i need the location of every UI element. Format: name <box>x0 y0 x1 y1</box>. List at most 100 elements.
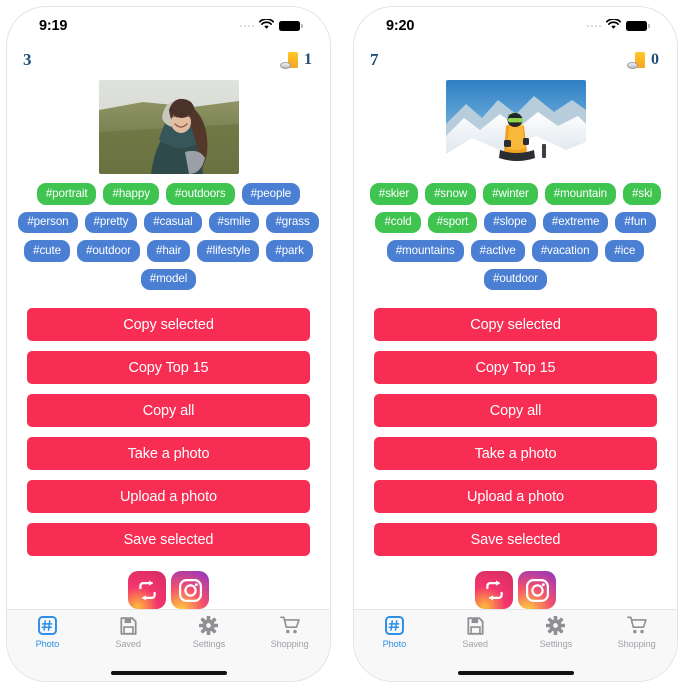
bottom-tab-bar: Photo Saved Settings Shopping <box>7 609 330 665</box>
home-indicator[interactable] <box>457 671 574 675</box>
hashtag-chip[interactable]: #active <box>470 240 525 262</box>
coin-balance[interactable]: 1 <box>280 51 312 69</box>
signal-dots-icon <box>586 24 601 28</box>
hashtag-chip[interactable]: #slope <box>484 211 536 234</box>
hashtag-chip[interactable]: #portrait <box>36 183 97 205</box>
hashtag-icon-svg <box>384 616 404 635</box>
repost-glyph-svg <box>485 580 503 600</box>
tab-shopping[interactable]: Shopping <box>596 615 677 649</box>
hashtag-chip[interactable]: #extreme <box>542 211 609 234</box>
social-share-row <box>354 556 677 609</box>
header-row: 3 1 <box>7 41 330 79</box>
wifi-icon <box>258 17 275 35</box>
action-button[interactable]: Take a photo <box>27 437 310 471</box>
tab-photo[interactable]: Photo <box>354 615 435 649</box>
hashtag-chip[interactable]: #park <box>266 240 313 262</box>
hashtag-chip[interactable]: #hair <box>146 240 191 262</box>
floppy-disk-icon <box>467 615 484 636</box>
status-bar: 9:19 <box>7 7 330 41</box>
hashtag-chip[interactable]: #ice <box>605 240 645 262</box>
wifi-icon-svg <box>605 18 622 29</box>
hashtag-chip[interactable]: #casual <box>144 211 202 234</box>
tab-settings[interactable]: Settings <box>169 615 250 649</box>
action-button[interactable]: Copy Top 15 <box>27 351 310 385</box>
hashtag-chip[interactable]: #happy <box>103 183 159 205</box>
hashtag-chip[interactable]: #cute <box>24 240 70 262</box>
instagram-icon[interactable] <box>171 571 209 609</box>
hashtag-chip[interactable]: #outdoors <box>165 183 235 205</box>
coin-stack-icon <box>280 51 298 69</box>
coin-stack-icon <box>627 51 645 69</box>
tab-label: Shopping <box>617 639 656 649</box>
tab-shopping[interactable]: Shopping <box>249 615 330 649</box>
phone-left: 9:19 3 1 #portrait #happy #outdoors #peo… <box>6 6 331 682</box>
header-row: 7 0 <box>354 41 677 79</box>
hashtag-chip[interactable]: #skier <box>369 183 419 205</box>
action-button[interactable]: Upload a photo <box>27 480 310 514</box>
action-button[interactable]: Copy Top 15 <box>374 351 657 385</box>
hashtag-chip[interactable]: #grass <box>266 211 319 234</box>
action-button[interactable]: Save selected <box>374 523 657 557</box>
hashtag-chip[interactable]: #cold <box>375 211 421 234</box>
instagram-glyph-svg <box>178 578 202 602</box>
selected-tag-count: 3 <box>23 50 32 69</box>
hashtag-chip[interactable]: #mountain <box>544 183 617 205</box>
status-time: 9:19 <box>39 18 68 34</box>
tab-saved[interactable]: Saved <box>435 615 516 649</box>
hashtag-chip[interactable]: #outdoor <box>484 268 547 291</box>
hashtag-chip[interactable]: #smile <box>208 211 260 234</box>
tab-label: Shopping <box>270 639 309 649</box>
hashtag-chip[interactable]: #sport <box>427 211 478 234</box>
battery-full-icon <box>626 20 650 32</box>
status-indicators <box>239 17 303 35</box>
gear-icon <box>199 615 219 636</box>
hashtag-chip[interactable]: #outdoor <box>76 240 140 262</box>
hashtag-chip[interactable]: #vacation <box>531 240 599 262</box>
hashtag-chip[interactable]: #pretty <box>84 211 138 234</box>
action-button[interactable]: Take a photo <box>374 437 657 471</box>
hashtag-chip[interactable]: #mountains <box>386 240 464 262</box>
tab-label: Photo <box>382 639 407 649</box>
home-indicator-area <box>7 665 330 681</box>
hashtag-chip[interactable]: #fun <box>615 211 656 234</box>
selected-tag-count: 7 <box>370 50 379 69</box>
hashtag-chip[interactable]: #model <box>140 268 197 291</box>
hashtag-chip[interactable]: #winter <box>483 183 538 205</box>
status-time: 9:20 <box>386 18 415 34</box>
coin-count: 0 <box>651 51 659 68</box>
repost-icon[interactable] <box>475 571 513 609</box>
tab-label: Saved <box>462 639 488 649</box>
hashtag-icon <box>384 615 404 636</box>
tab-label: Settings <box>192 639 226 649</box>
hashtag-icon <box>37 615 57 636</box>
action-button[interactable]: Copy selected <box>27 308 310 342</box>
floppy-disk-icon-svg <box>120 616 137 635</box>
tab-photo[interactable]: Photo <box>7 615 88 649</box>
hashtag-chip[interactable]: #snow <box>425 183 477 205</box>
instagram-icon[interactable] <box>518 571 556 609</box>
wifi-icon <box>605 17 622 35</box>
photo-area <box>354 79 677 183</box>
tab-label: Settings <box>539 639 573 649</box>
hashtag-chip[interactable]: #person <box>18 211 78 234</box>
hashtag-chip[interactable]: #ski <box>623 183 662 205</box>
action-button-list: Copy selected Copy Top 15 Copy all Take a p… <box>7 290 330 557</box>
action-button[interactable]: Upload a photo <box>374 480 657 514</box>
smiling-woman-in-field-photo[interactable] <box>98 80 239 174</box>
skier-on-snowy-mountain-photo[interactable] <box>445 80 586 174</box>
action-button[interactable]: Save selected <box>27 523 310 557</box>
tab-saved[interactable]: Saved <box>88 615 169 649</box>
hashtag-chip[interactable]: #people <box>241 183 301 205</box>
action-button[interactable]: Copy all <box>374 394 657 428</box>
shopping-cart-icon-svg <box>626 616 647 634</box>
repost-icon[interactable] <box>128 571 166 609</box>
hashtag-chip[interactable]: #lifestyle <box>197 240 260 262</box>
action-button[interactable]: Copy selected <box>374 308 657 342</box>
coin-balance[interactable]: 0 <box>627 51 659 69</box>
home-indicator[interactable] <box>110 671 227 675</box>
social-share-row <box>7 556 330 609</box>
bottom-tab-bar: Photo Saved Settings Shopping <box>354 609 677 665</box>
tab-settings[interactable]: Settings <box>516 615 597 649</box>
battery-full-icon <box>279 20 303 32</box>
action-button[interactable]: Copy all <box>27 394 310 428</box>
